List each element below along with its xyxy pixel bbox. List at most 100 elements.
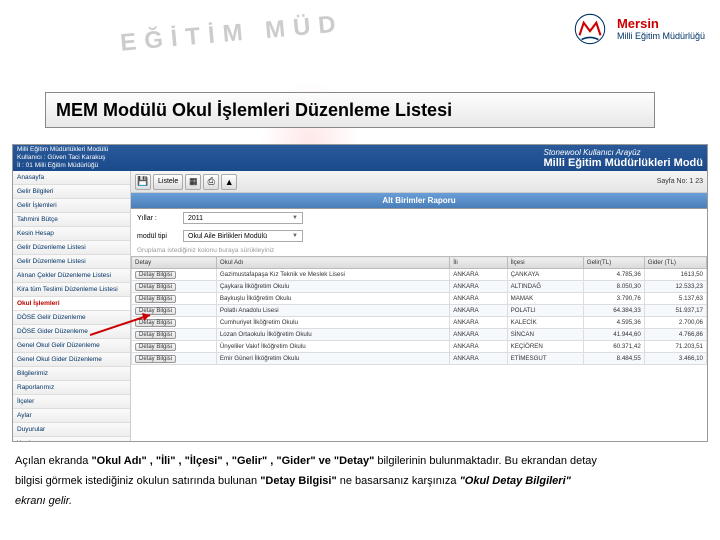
- cell: 5.137,63: [644, 293, 706, 305]
- column-header[interactable]: İlçesi: [507, 257, 583, 269]
- detail-button[interactable]: Detay Bilgisi: [135, 331, 176, 339]
- table-row: Detay Bilgisi Baykuşlu İlköğretim OkuluAN…: [132, 293, 707, 305]
- description-text: Açılan ekranda "Okul Adı" , "İli" , "İlç…: [15, 452, 705, 511]
- header-module: Milli Eğitim Müdürlükleri Modülü: [17, 146, 108, 154]
- chevron-down-icon: ▼: [292, 233, 298, 239]
- sidebar-item[interactable]: Raporlarımız: [13, 381, 130, 395]
- cell: 8.484,55: [583, 353, 644, 365]
- print-icon[interactable]: ⎙: [203, 174, 219, 190]
- detail-button[interactable]: Detay Bilgisi: [135, 343, 176, 351]
- cell: 8.050,30: [583, 281, 644, 293]
- logo-icon: [569, 8, 611, 50]
- report-title: Alt Birimler Raporu: [131, 193, 707, 209]
- cell: KEÇİÖREN: [507, 341, 583, 353]
- sidebar-item[interactable]: DÖSE Gider Düzenleme: [13, 325, 130, 339]
- detail-button[interactable]: Detay Bilgisi: [135, 307, 176, 315]
- sidebar-item[interactable]: Genel Okul Gelir Düzenleme: [13, 339, 130, 353]
- column-header[interactable]: Gelir(TL): [583, 257, 644, 269]
- chevron-down-icon: ▼: [292, 215, 298, 221]
- sidebar-item[interactable]: Bilgilerimiz: [13, 367, 130, 381]
- toolbar: 💾 Listele ▦ ⎙ ▲ Sayfa No: 1 23: [131, 171, 707, 193]
- table-row: Detay Bilgisi Polatlı Anadolu LisesiANKAR…: [132, 305, 707, 317]
- sidebar-item[interactable]: Gelir Düzenleme Listesi: [13, 241, 130, 255]
- cell: ANKARA: [450, 305, 507, 317]
- sidebar-item[interactable]: Kesin Hesap: [13, 227, 130, 241]
- header-right-small: Stonewool Kullanıcı Arayüz: [544, 148, 704, 157]
- detail-button[interactable]: Detay Bilgisi: [135, 283, 176, 291]
- cell: Gazimustafapaşa Kız Teknik ve Meslek Lis…: [216, 269, 449, 281]
- sidebar-item[interactable]: Anasayfa: [13, 171, 130, 185]
- cell: ANKARA: [450, 329, 507, 341]
- cell: Polatlı Anadolu Lisesi: [216, 305, 449, 317]
- sidebar-item[interactable]: Gelir İşlemleri: [13, 199, 130, 213]
- sidebar-item[interactable]: Genel Okul Gider Düzenleme: [13, 353, 130, 367]
- year-label: Yıllar :: [137, 215, 177, 222]
- detail-button[interactable]: Detay Bilgisi: [135, 271, 176, 279]
- sidebar-item[interactable]: Alınan Çekler Düzenleme Listesi: [13, 269, 130, 283]
- sidebar-item[interactable]: İlçeler: [13, 395, 130, 409]
- cell: Çaykara İlköğretim Okulu: [216, 281, 449, 293]
- cell: 60.371,42: [583, 341, 644, 353]
- cell: 12.533,23: [644, 281, 706, 293]
- cell: ANKARA: [450, 293, 507, 305]
- column-header[interactable]: Gider (TL): [644, 257, 706, 269]
- header-il: İl : 01 Milli Eğitim Müdürlüğü: [17, 162, 108, 170]
- save-icon[interactable]: 💾: [135, 174, 151, 190]
- chart-icon[interactable]: ▲: [221, 174, 237, 190]
- data-grid: DetayOkul AdıİliİlçesiGelir(TL)Gider (TL…: [131, 256, 707, 365]
- cell: Baykuşlu İlköğretim Okulu: [216, 293, 449, 305]
- cell: MAMAK: [507, 293, 583, 305]
- column-header[interactable]: Okul Adı: [216, 257, 449, 269]
- table-row: Detay Bilgisi Cumhuriyet İlköğretim Okulu…: [132, 317, 707, 329]
- export-icon[interactable]: ▦: [185, 174, 201, 190]
- cell: ANKARA: [450, 281, 507, 293]
- list-button[interactable]: Listele: [153, 174, 183, 190]
- type-select[interactable]: Okul Aile Birlikleri Modülü▼: [183, 230, 303, 242]
- column-header[interactable]: Detay: [132, 257, 217, 269]
- detail-button[interactable]: Detay Bilgisi: [135, 295, 176, 303]
- cell: ANKARA: [450, 341, 507, 353]
- cell: 1613,50: [644, 269, 706, 281]
- app-header: Milli Eğitim Müdürlükleri Modülü Kullanı…: [13, 145, 707, 171]
- cell: ETİMESGUT: [507, 353, 583, 365]
- table-row: Detay Bilgisi Gazimustafapaşa Kız Teknik …: [132, 269, 707, 281]
- watermark-text: EĞİTİM MÜD: [119, 10, 345, 57]
- sidebar-item[interactable]: Yardım: [13, 437, 130, 441]
- cell: ALTINDAĞ: [507, 281, 583, 293]
- cell: 4.785,36: [583, 269, 644, 281]
- cell: Emir Güneri İlköğretim Okulu: [216, 353, 449, 365]
- table-row: Detay Bilgisi Lozan Ortaokulu İlköğretim …: [132, 329, 707, 341]
- cell: Ünyeliler Vakıf İlköğretim Okulu: [216, 341, 449, 353]
- page-number: Sayfa No: 1 23: [657, 178, 703, 185]
- sidebar-item[interactable]: Kira tüm Teslimi Düzenleme Listesi: [13, 283, 130, 297]
- logo-dept: Milli Eğitim Müdürlüğü: [617, 31, 705, 42]
- cell: 51.937,17: [644, 305, 706, 317]
- logo-city: Mersin: [617, 16, 705, 32]
- sidebar-item[interactable]: Tahmini Bütçe: [13, 213, 130, 227]
- cell: ANKARA: [450, 269, 507, 281]
- year-select[interactable]: 2011▼: [183, 212, 303, 224]
- cell: 2.700,06: [644, 317, 706, 329]
- cell: KALECİK: [507, 317, 583, 329]
- type-label: modül tipi: [137, 233, 177, 240]
- column-header[interactable]: İli: [450, 257, 507, 269]
- sidebar-item[interactable]: Gelir Bilgileri: [13, 185, 130, 199]
- cell: ÇANKAYA: [507, 269, 583, 281]
- cell: 64.384,33: [583, 305, 644, 317]
- cell: 3.466,10: [644, 353, 706, 365]
- detail-button[interactable]: Detay Bilgisi: [135, 355, 176, 363]
- table-row: Detay Bilgisi Emir Güneri İlköğretim Okul…: [132, 353, 707, 365]
- sidebar-item[interactable]: Duyurular: [13, 423, 130, 437]
- cell: Lozan Ortaokulu İlköğretim Okulu: [216, 329, 449, 341]
- header-user: Kullanıcı : Güven Taci Karakuş: [17, 154, 108, 162]
- cell: SİNCAN: [507, 329, 583, 341]
- sidebar-item[interactable]: Okul İşlemleri: [13, 297, 130, 311]
- header-right-big: Milli Eğitim Müdürlükleri Modü: [544, 157, 704, 169]
- cell: Cumhuriyet İlköğretim Okulu: [216, 317, 449, 329]
- sidebar-item[interactable]: Aylar: [13, 409, 130, 423]
- logo-area: Mersin Milli Eğitim Müdürlüğü: [569, 8, 705, 50]
- sidebar-item[interactable]: DÖSE Gelir Düzenleme: [13, 311, 130, 325]
- detail-button[interactable]: Detay Bilgisi: [135, 319, 176, 327]
- cell: 4.595,36: [583, 317, 644, 329]
- sidebar-item[interactable]: Gelir Düzenleme Listesi: [13, 255, 130, 269]
